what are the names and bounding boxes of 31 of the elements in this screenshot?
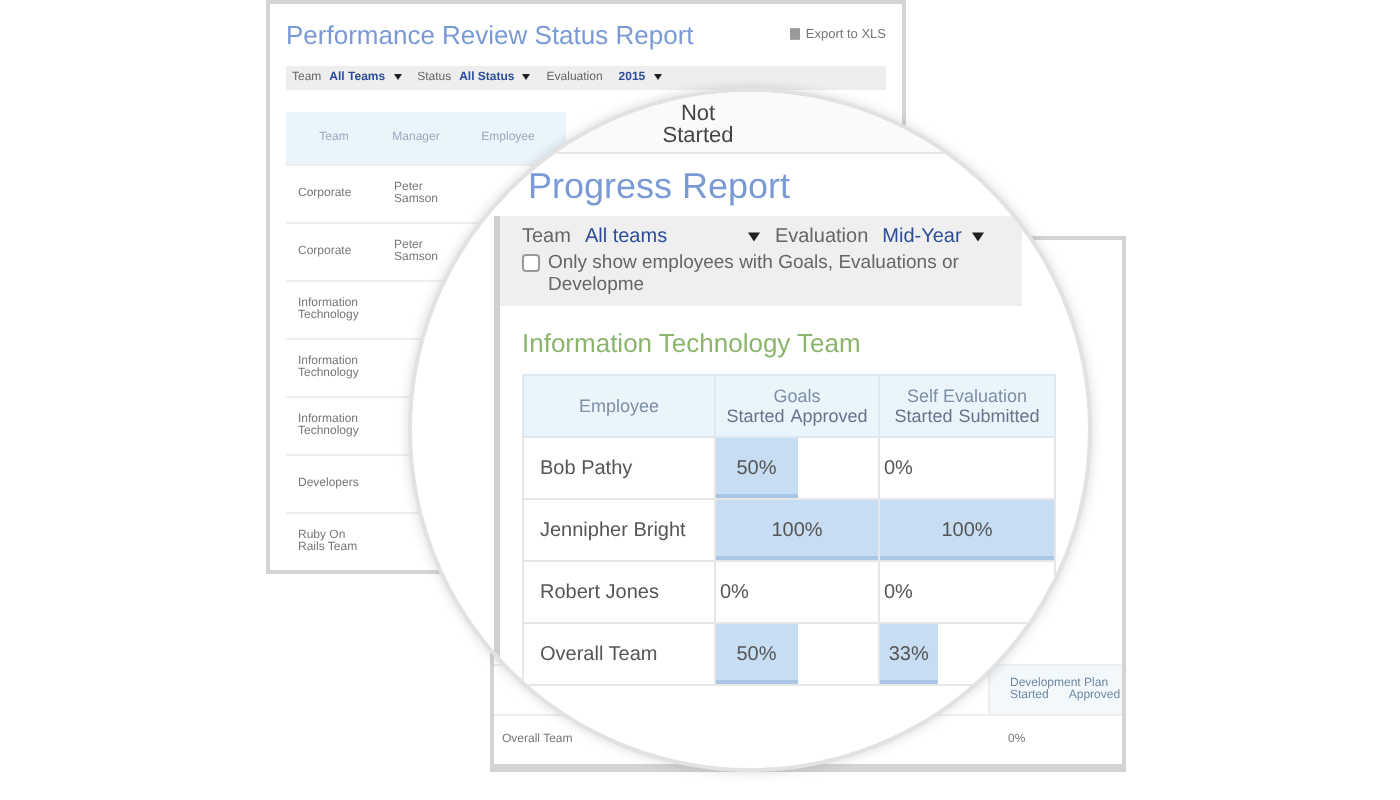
progress-value: 50% (734, 457, 779, 479)
checkbox[interactable] (522, 254, 540, 272)
progress-value: 50% (734, 643, 779, 665)
filter-label: Team (522, 226, 571, 248)
caret-icon (393, 74, 402, 81)
page-title: Progress Report (528, 166, 793, 208)
filter-checkbox[interactable]: Only show employees with Goals, Evaluations or Developme (522, 252, 1022, 296)
column-header: Employee (523, 375, 715, 437)
employee-name: Jennipher Bright (523, 499, 715, 561)
document-icon (789, 28, 800, 41)
progress-value: 0% (882, 457, 913, 479)
caret-icon (971, 232, 984, 242)
progress-value: 100% (769, 519, 825, 541)
employee-name: Bob Pathy (523, 437, 715, 499)
section-title: Information Technology Team (522, 328, 863, 358)
caret-icon (653, 74, 662, 81)
employee-name: Robert Jones (523, 561, 715, 623)
column-header: Goals Started Approved (715, 375, 879, 437)
column-header: Not Started (660, 104, 736, 152)
report-title: Performance Review Status Report (286, 19, 694, 50)
caret-icon (522, 74, 531, 81)
filter-dropdown[interactable]: All teams (584, 226, 761, 248)
progress-value: 0% (718, 581, 749, 603)
filter-dropdown[interactable]: Mid-Year (882, 226, 984, 248)
caret-icon (748, 232, 761, 242)
progress-value: 0% (882, 581, 913, 603)
column-header: Self Evaluation Started Submitted (879, 375, 1055, 437)
employee-name: Overall Team (523, 623, 715, 685)
filter-label: Evaluation (774, 226, 869, 248)
progress-value: 100% (939, 519, 995, 541)
progress-value: 33% (886, 643, 931, 665)
